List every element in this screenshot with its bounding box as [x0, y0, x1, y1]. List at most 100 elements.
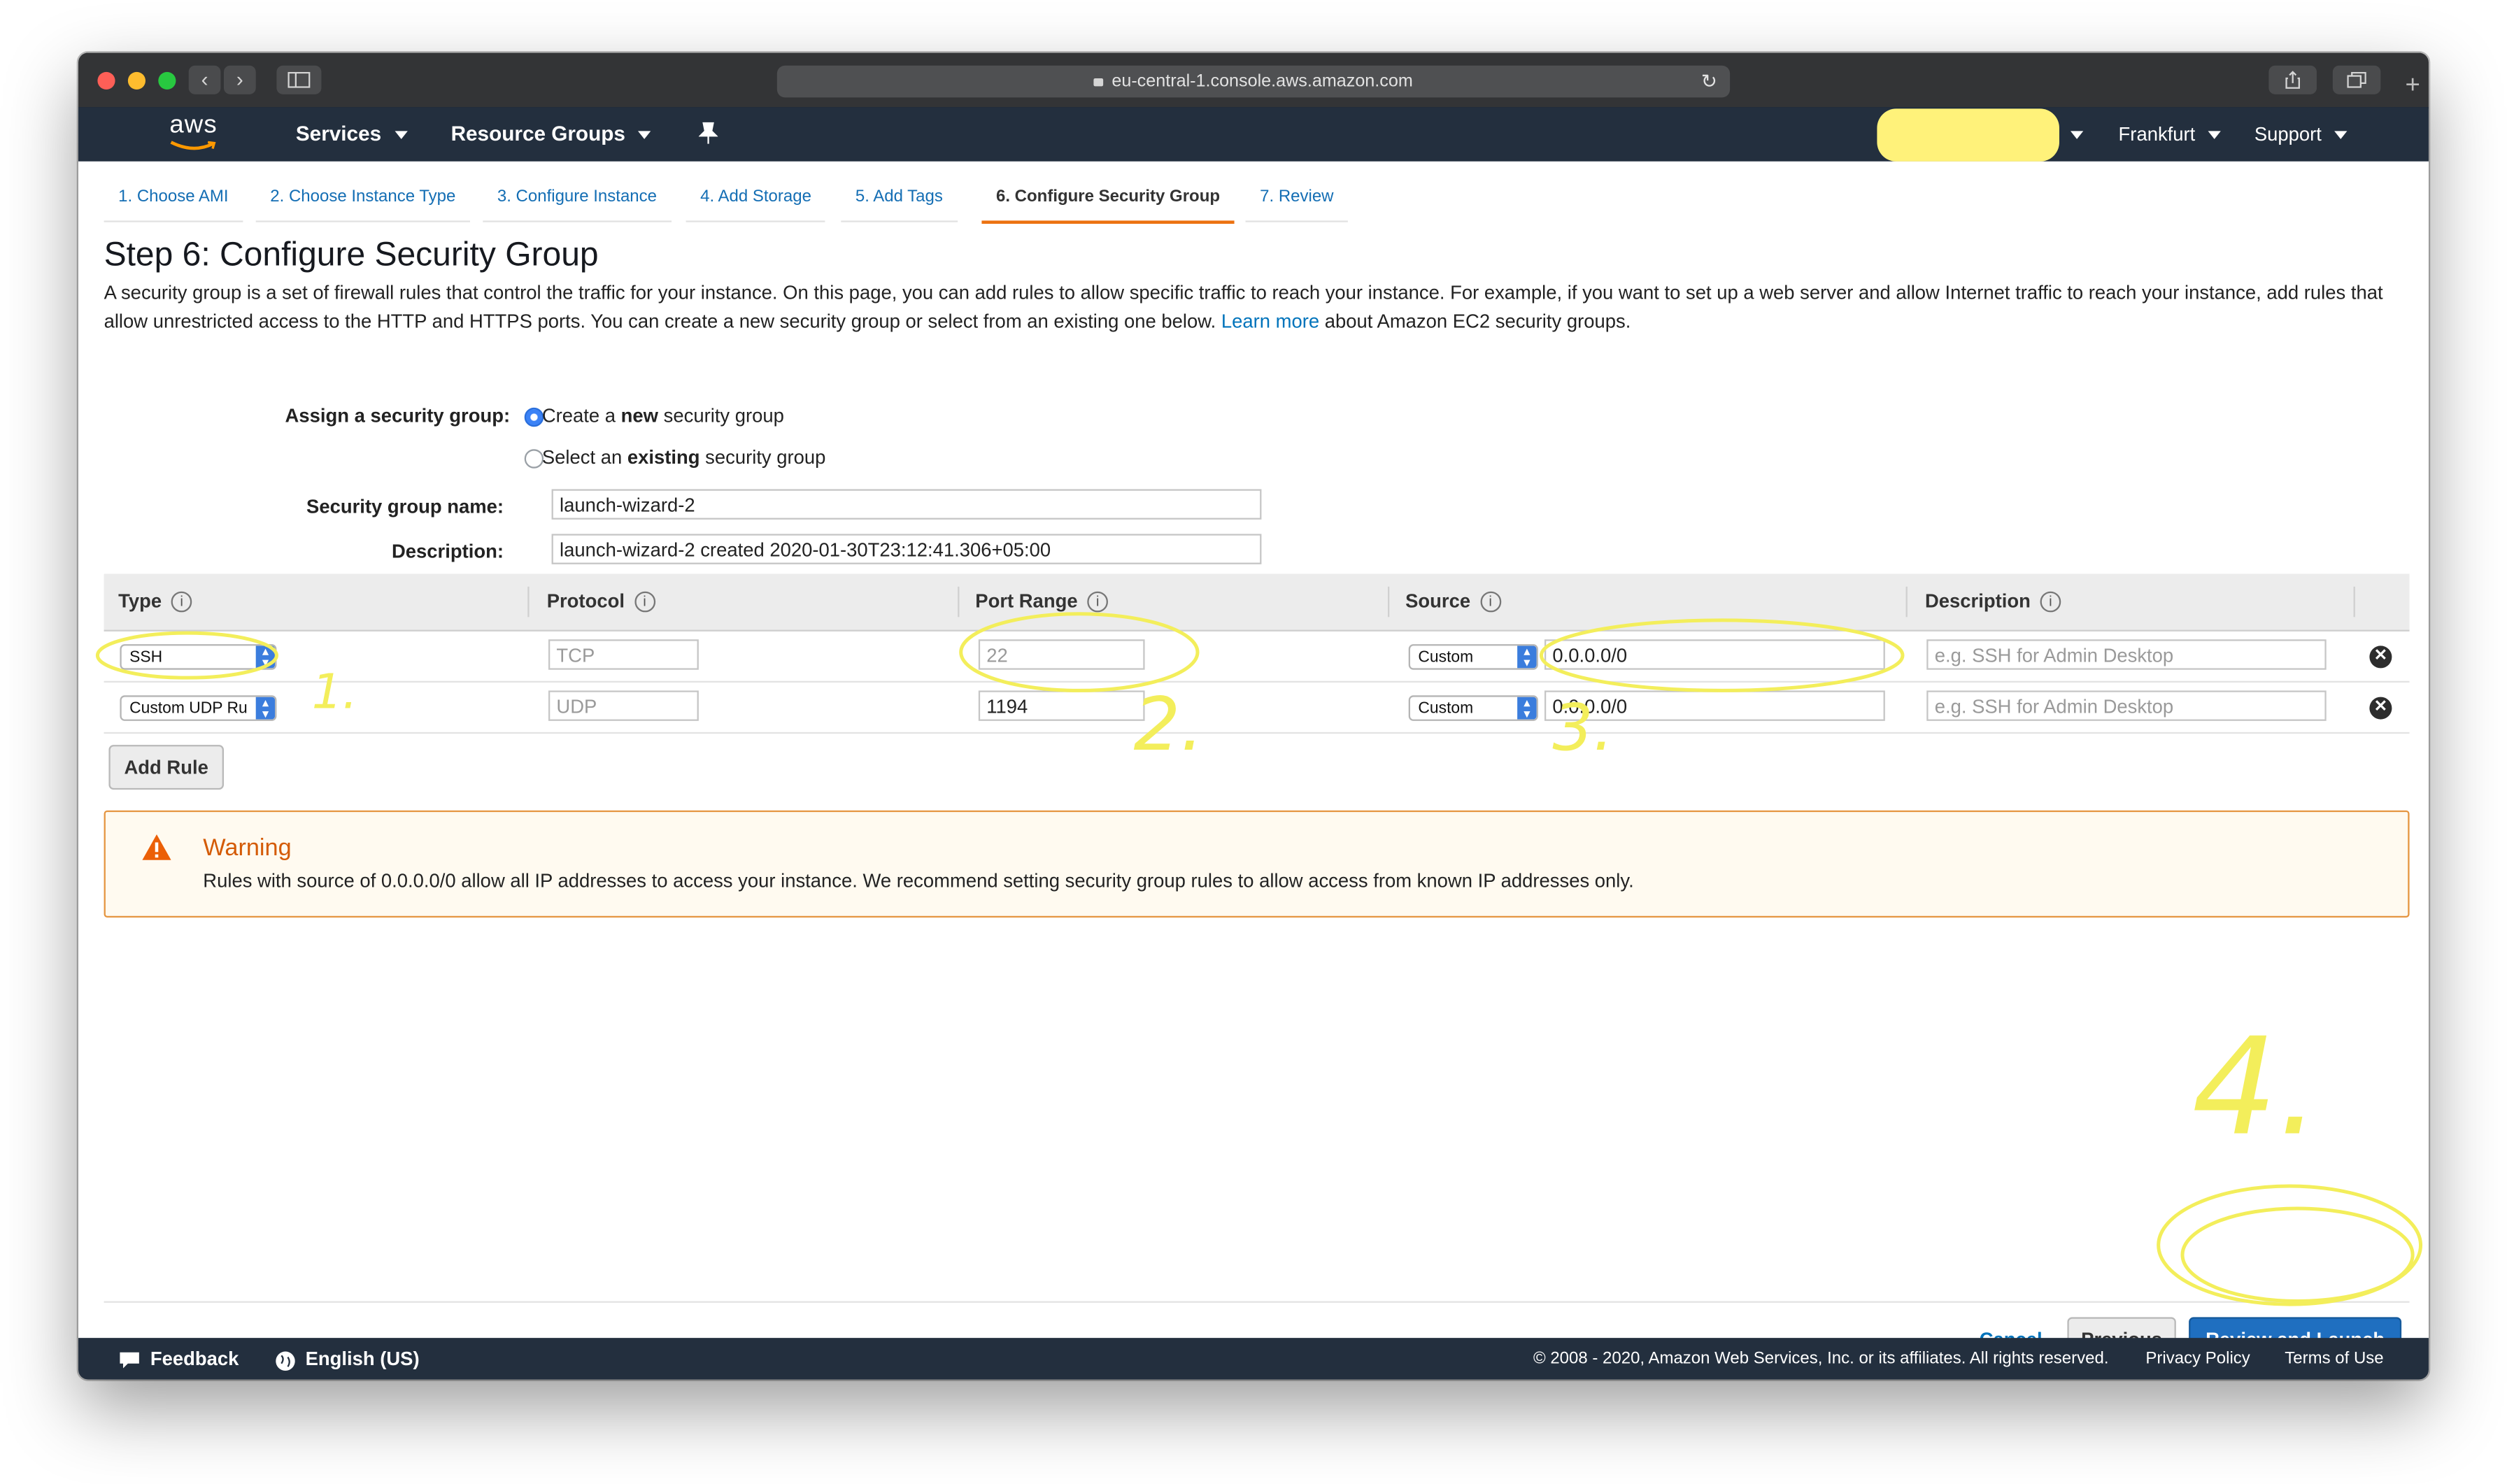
language-selector[interactable]: English (US)	[275, 1338, 420, 1379]
feedback-link[interactable]: Feedback	[118, 1338, 239, 1379]
group-name-input[interactable]: launch-wizard-2	[551, 489, 1262, 520]
sidebar-icon	[287, 71, 311, 88]
info-icon[interactable]: i	[171, 592, 192, 613]
remove-rule-icon[interactable]: ✕	[2369, 645, 2392, 669]
plus-icon: +	[2405, 71, 2420, 99]
radio-create-new-label[interactable]: Create a new security group	[542, 404, 784, 427]
new-tab-button[interactable]: +	[2396, 66, 2429, 107]
wizard-step-review[interactable]: 7. Review	[1245, 183, 1349, 222]
col-port-range: Port Range i	[975, 574, 1109, 630]
assign-group-label: Assign a security group:	[285, 404, 511, 427]
aws-logo-text: aws	[169, 111, 218, 139]
rule-type-select[interactable]: Custom UDP Ru ▴ ▾	[120, 695, 277, 721]
column-divider	[2353, 586, 2355, 618]
support-menu[interactable]: Support	[2254, 107, 2348, 162]
protocol-field: TCP	[548, 639, 699, 670]
col-protocol: Protocol i	[547, 574, 655, 630]
region-label: Frankfurt	[2118, 122, 2196, 145]
wizard-step-configure-instance[interactable]: 3. Configure Instance	[483, 183, 672, 222]
info-icon[interactable]: i	[2040, 592, 2061, 613]
wizard-step-instance-type[interactable]: 2. Choose Instance Type	[255, 183, 470, 222]
aws-logo[interactable]: aws	[162, 112, 225, 157]
zoom-window-button[interactable]	[158, 71, 176, 90]
source-cidr-input[interactable]: 0.0.0.0/0	[1544, 690, 1885, 721]
region-menu[interactable]: Frankfurt	[2119, 107, 2221, 162]
tabs-icon	[2347, 71, 2366, 88]
select-arrows-icon: ▴ ▾	[255, 645, 276, 668]
sidebar-toggle-button[interactable]	[276, 65, 322, 94]
reload-icon[interactable]: ↻	[1701, 66, 1717, 98]
rule-type-value: Custom UDP Ru	[129, 700, 248, 718]
select-existing-bold: existing	[627, 445, 700, 469]
radio-select-existing-label[interactable]: Select an existing security group	[542, 446, 826, 469]
services-label: Services	[295, 121, 382, 145]
lock-icon	[1094, 78, 1104, 86]
port-range-input[interactable]: 1194	[978, 690, 1145, 721]
source-mode-select[interactable]: Custom ▴ ▾	[1408, 644, 1538, 670]
radio-select-existing-group[interactable]	[524, 449, 544, 469]
aws-navbar: aws Services Resource Groups Frankfurt S…	[78, 107, 2429, 162]
forward-button[interactable]: ›	[223, 65, 256, 94]
account-menu-caret[interactable]	[2064, 107, 2084, 162]
intro-tail-text: about Amazon EC2 security groups.	[1324, 310, 1631, 333]
create-new-post: security group	[658, 404, 784, 427]
forward-icon: ›	[236, 66, 243, 92]
info-icon[interactable]: i	[1479, 592, 1501, 613]
resource-groups-label: Resource Groups	[450, 121, 625, 145]
column-divider	[958, 586, 960, 618]
source-mode-value: Custom	[1418, 700, 1474, 718]
wizard-step-security-group[interactable]: 6. Configure Security Group	[981, 183, 1235, 224]
select-arrows-icon: ▴ ▾	[1517, 645, 1537, 668]
services-menu[interactable]: Services	[296, 107, 407, 162]
tab-overview-button[interactable]	[2332, 65, 2381, 94]
info-icon[interactable]: i	[1087, 592, 1109, 613]
privacy-policy-link[interactable]: Privacy Policy	[2145, 1338, 2250, 1379]
support-label: Support	[2254, 122, 2322, 145]
remove-rule-icon[interactable]: ✕	[2369, 697, 2392, 720]
chevron-down-icon	[2208, 131, 2221, 140]
screenshot-stage: ‹ › eu-central-1.console.aws.amazon.com …	[0, 0, 2507, 1483]
warning-alert: Warning Rules with source of 0.0.0.0/0 a…	[104, 810, 2410, 918]
add-rule-button[interactable]: Add Rule	[108, 745, 224, 790]
col-type-label: Type	[118, 590, 162, 613]
feedback-label: Feedback	[150, 1347, 239, 1370]
pin-icon[interactable]	[698, 122, 718, 152]
address-bar-url: eu-central-1.console.aws.amazon.com	[1112, 71, 1413, 92]
terms-of-use-link[interactable]: Terms of Use	[2285, 1338, 2383, 1379]
protocol-field: UDP	[548, 690, 699, 721]
close-window-button[interactable]	[97, 71, 115, 90]
minimize-window-button[interactable]	[127, 71, 145, 90]
wizard-step-add-tags[interactable]: 5. Add Tags	[841, 183, 958, 222]
source-mode-select[interactable]: Custom ▴ ▾	[1408, 695, 1538, 721]
select-arrows-icon: ▴ ▾	[255, 697, 276, 720]
learn-more-link[interactable]: Learn more	[1221, 310, 1319, 332]
chevron-down-icon	[394, 131, 407, 139]
group-name-label: Security group name:	[306, 495, 504, 518]
select-arrows-icon: ▴ ▾	[1517, 697, 1537, 720]
col-type: Type i	[118, 574, 192, 630]
resource-groups-menu[interactable]: Resource Groups	[451, 107, 651, 162]
wizard-step-choose-ami[interactable]: 1. Choose AMI	[104, 183, 243, 222]
info-icon[interactable]: i	[634, 592, 655, 613]
wizard-step-add-storage[interactable]: 4. Add Storage	[686, 183, 826, 222]
col-source-label: Source	[1405, 590, 1471, 613]
group-description-input[interactable]: launch-wizard-2 created 2020-01-30T23:12…	[551, 534, 1262, 564]
language-label: English (US)	[305, 1347, 420, 1370]
col-description: Description i	[1925, 574, 2061, 630]
copyright-text: © 2008 - 2020, Amazon Web Services, Inc.…	[1533, 1349, 2109, 1369]
select-existing-pre: Select an	[541, 445, 627, 469]
radio-create-new-group[interactable]	[524, 407, 544, 427]
warning-text: Rules with source of 0.0.0.0/0 allow all…	[203, 869, 1634, 892]
column-divider	[1905, 586, 1908, 618]
account-menu-redacted[interactable]	[1877, 108, 2059, 162]
source-cidr-input[interactable]: 0.0.0.0/0	[1544, 639, 1885, 670]
back-icon: ‹	[201, 66, 208, 92]
rule-description-input[interactable]: e.g. SSH for Admin Desktop	[1926, 639, 2327, 670]
speech-bubble-icon	[120, 1352, 139, 1369]
address-bar[interactable]: eu-central-1.console.aws.amazon.com ↻	[776, 65, 1731, 98]
back-button[interactable]: ‹	[188, 65, 221, 94]
rule-description-input[interactable]: e.g. SSH for Admin Desktop	[1926, 690, 2327, 721]
rule-type-select[interactable]: SSH ▴ ▾	[120, 644, 277, 670]
share-button[interactable]	[2268, 65, 2317, 94]
column-divider	[527, 586, 530, 618]
